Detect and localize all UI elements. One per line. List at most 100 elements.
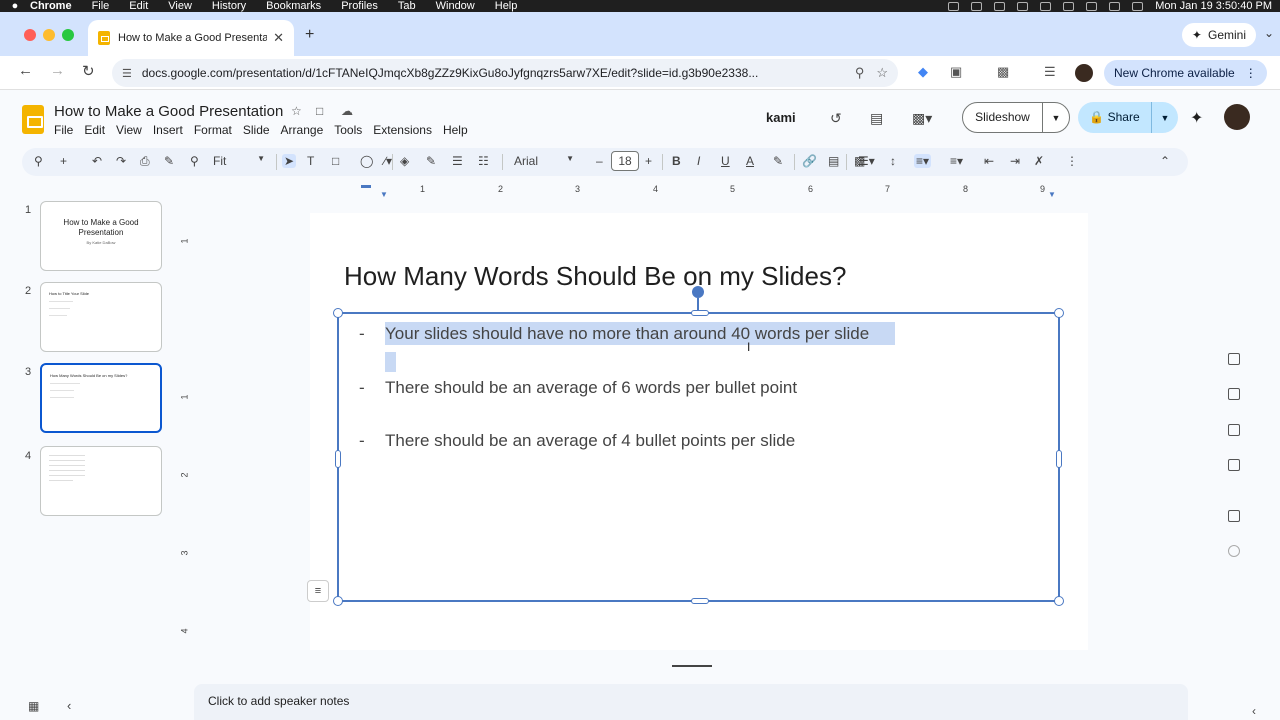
rotate-handle[interactable] [692,286,704,298]
account-avatar[interactable] [1224,104,1250,130]
line-spacing-icon[interactable]: ↕ [890,154,896,168]
bulleted-list-icon[interactable]: ≡▾ [914,154,932,168]
menu-extensions[interactable]: Extensions [373,123,432,137]
speaker-notes[interactable]: Click to add speaker notes [194,684,1188,720]
body-text-box[interactable]: - Your slides should have no more than ar… [333,286,1064,606]
forward-arrow-icon[interactable]: → [50,62,65,79]
control-center-icon[interactable] [1132,1,1144,11]
resize-handle-bottom-left[interactable] [333,596,343,606]
cloud-status-icon[interactable]: ☁ [341,104,353,118]
text-box-icon[interactable]: T [307,154,314,168]
tasks-icon[interactable] [1228,388,1240,400]
extensions-puzzle-icon[interactable]: ▣ [950,64,962,80]
add-comment-icon[interactable]: ▤ [828,154,839,168]
resize-handle-bottom-right[interactable] [1054,596,1064,606]
slide-thumbnail-4[interactable]: ———————————— ———————————— ———————————— ————… [40,446,162,516]
kami-extension-button[interactable]: kami [766,110,796,125]
horizontal-ruler[interactable]: ▼ 1 2 3 4 5 6 7 8 9 ▼ [310,184,1088,199]
move-folder-icon[interactable]: □ [316,104,323,118]
comments-icon[interactable]: ▤ [870,110,883,127]
slide-thumbnail-2[interactable]: How to Title Your Slide ———————— ———————… [40,282,162,352]
redo-icon[interactable]: ↷ [116,154,126,168]
bold-icon[interactable]: B [672,154,681,168]
menubar-file[interactable]: File [92,0,110,12]
new-tab-button[interactable]: + [305,26,314,44]
menu-tools[interactable]: Tools [334,123,362,137]
media-player-icon[interactable] [1228,510,1240,522]
spotlight-search-icon[interactable] [1109,1,1121,11]
more-options-icon[interactable]: ⋮ [1066,154,1078,168]
profile-avatar[interactable] [1075,64,1093,82]
new-slide-icon[interactable]: + [60,154,67,168]
decrease-font-size-icon[interactable]: – [596,154,603,168]
fill-color-icon[interactable]: ◈ [400,154,409,168]
increase-font-size-icon[interactable]: + [645,154,652,168]
resize-handle-right[interactable] [1056,450,1062,468]
font-size-input[interactable]: 18 [611,151,639,171]
insert-link-icon[interactable]: 🔗 [802,154,817,168]
media-controls-icon[interactable]: ☰ [1044,64,1056,80]
battery-icon[interactable] [1063,1,1075,11]
ruler-right-indent-icon[interactable]: ▼ [1048,190,1056,199]
moon-icon[interactable] [1017,1,1029,11]
back-arrow-icon[interactable]: ← [18,62,33,79]
font-family-select[interactable]: Arial ▼ [514,154,574,168]
menubar-edit[interactable]: Edit [129,0,148,12]
menubar-profiles[interactable]: Profiles [341,0,378,12]
resize-handle-top[interactable] [691,310,709,316]
border-color-icon[interactable]: ✎ [426,154,436,168]
record-circle-icon[interactable] [1228,545,1240,557]
zoom-icon[interactable]: ⚲ [190,154,199,168]
browser-tab-active[interactable]: How to Make a Good Presentati ✕ [88,20,294,56]
tab-search-chevron-icon[interactable]: ⌄ [1264,26,1274,40]
menubar-tab[interactable]: Tab [398,0,416,12]
record-icon[interactable] [948,1,960,11]
clear-formatting-icon[interactable]: ✗ [1034,154,1044,168]
new-chrome-available-button[interactable]: New Chrome available ⋮ [1104,60,1267,86]
menu-format[interactable]: Format [194,123,232,137]
line-icon[interactable]: ∕▾ [384,154,392,168]
star-icon[interactable]: ☆ [291,104,302,118]
menubar-clock[interactable]: Mon Jan 19 3:50:40 PM [1155,0,1272,12]
site-info-icon[interactable]: ☰ [122,67,132,80]
menu-arrange[interactable]: Arrange [281,123,324,137]
menu-edit[interactable]: Edit [84,123,105,137]
wifi-icon[interactable] [1086,1,1098,11]
grid-view-icon[interactable]: ▦ [28,699,39,713]
italic-icon[interactable]: I [697,154,700,168]
menu-slide[interactable]: Slide [243,123,270,137]
bookmark-star-icon[interactable]: ☆ [876,65,888,81]
menubar-app-name[interactable]: Chrome [30,0,72,12]
vertical-ruler[interactable]: 1 1 2 3 4 [180,214,192,654]
image-icon[interactable]: □ [332,154,339,168]
document-title[interactable]: How to Make a Good Presentation [54,103,283,120]
bullet-item-1[interactable]: - Your slides should have no more than ar… [359,322,896,345]
share-dropdown-icon[interactable]: ▼ [1152,113,1178,123]
autofit-options-icon[interactable]: ≡ [307,580,329,602]
increase-indent-icon[interactable]: ⇥ [1010,154,1020,168]
resize-handle-top-right[interactable] [1054,308,1064,318]
border-weight-icon[interactable]: ☰ [452,154,463,168]
ruler-indent-marker[interactable] [361,185,371,188]
menubar-bookmarks[interactable]: Bookmarks [266,0,321,12]
keep-icon[interactable] [1228,353,1240,365]
slideshow-label[interactable]: Slideshow [963,102,1043,133]
menubar-help[interactable]: Help [495,0,518,12]
gemini-spark-icon[interactable]: ✦ [1190,108,1203,128]
resize-handle-top-left[interactable] [333,308,343,318]
border-dash-icon[interactable]: ☷ [478,154,489,168]
underline-icon[interactable]: U [721,154,730,168]
bullet-text[interactable]: There should be an average of 4 bullet p… [385,431,795,450]
tab-close-icon[interactable]: ✕ [273,30,284,46]
address-bar[interactable]: ☰ docs.google.com/presentation/d/1cFTANe… [112,59,898,87]
menubar-history[interactable]: History [212,0,246,12]
shape-icon[interactable]: ◯ [360,154,373,168]
play-icon[interactable] [994,1,1006,11]
menu-help[interactable]: Help [443,123,468,137]
bullet-text-selected[interactable]: Your slides should have no more than aro… [385,322,896,345]
bullet-item-2[interactable]: - There should be an average of 6 words p… [359,378,797,398]
gemini-button[interactable]: ✦ Gemini [1181,23,1256,47]
version-history-icon[interactable]: ↺ [830,110,842,127]
undo-icon[interactable]: ↶ [92,154,102,168]
google-slides-logo-icon[interactable] [22,105,44,134]
